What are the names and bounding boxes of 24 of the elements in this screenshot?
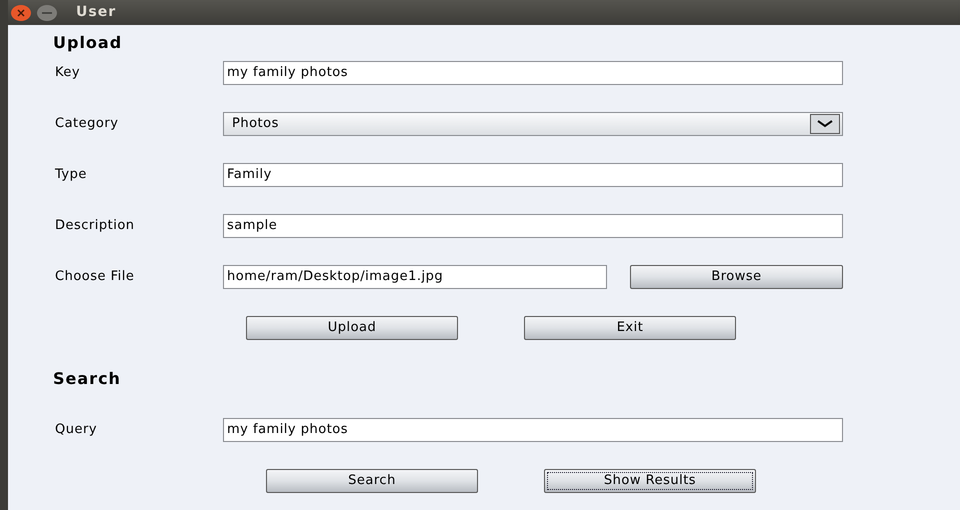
text-field[interactable]: sample [223, 214, 843, 238]
field-label: Type [54, 166, 88, 184]
browse-button[interactable]: Browse [630, 264, 843, 288]
dropdown-value: Photos [232, 114, 280, 133]
field-label: Category [54, 114, 120, 133]
text-field[interactable]: my family photos [223, 418, 843, 442]
minimize-icon[interactable] [36, 4, 58, 22]
window-title: User [76, 3, 116, 22]
category-dropdown[interactable]: Photos [223, 112, 843, 136]
field-label: Choose File [54, 268, 136, 286]
push-button[interactable]: Exit [524, 316, 736, 340]
field-label: Query [54, 420, 98, 439]
field-label: Key [54, 64, 82, 82]
section-heading: Upload [52, 32, 122, 54]
text-field[interactable]: my family photos [223, 60, 843, 84]
push-button[interactable]: Search [266, 468, 478, 492]
chevron-down-icon [810, 114, 840, 134]
file-path-field[interactable]: home/ram/Desktop/image1.jpg [223, 264, 607, 288]
text-field[interactable]: Family [223, 162, 843, 186]
push-button[interactable]: Upload [246, 316, 458, 340]
push-button[interactable]: Show Results [544, 468, 756, 492]
field-label: Description [54, 216, 136, 235]
close-icon[interactable] [10, 4, 32, 22]
section-heading: Search [52, 368, 121, 390]
